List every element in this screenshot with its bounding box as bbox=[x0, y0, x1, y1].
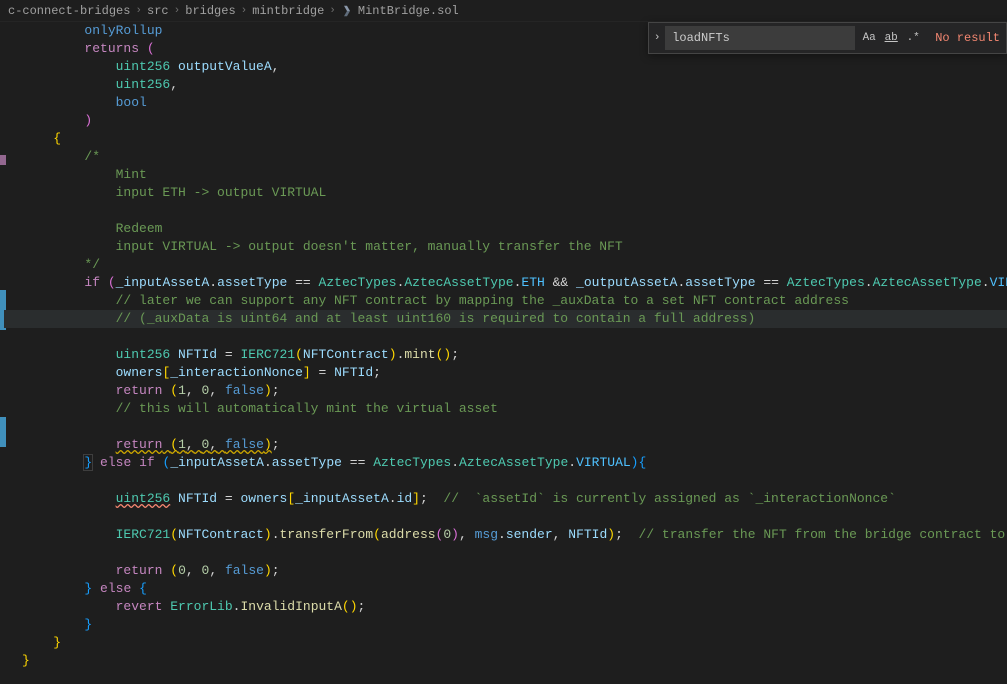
match-whole-word-toggle[interactable]: ab bbox=[881, 28, 901, 48]
match-case-toggle[interactable]: Aa bbox=[859, 28, 879, 48]
breadcrumb-seg-bridges[interactable]: bridges bbox=[185, 4, 235, 18]
code-line: } bbox=[4, 634, 1007, 652]
code-line: } else if (_inputAssetA.assetType == Azt… bbox=[4, 454, 1007, 472]
code-line bbox=[4, 508, 1007, 526]
code-line bbox=[4, 472, 1007, 490]
code-line: // later we can support any NFT contract… bbox=[4, 292, 1007, 310]
breadcrumb-seg-file[interactable]: MintBridge.sol bbox=[358, 4, 459, 18]
code-line: ) bbox=[4, 112, 1007, 130]
code-line bbox=[4, 544, 1007, 562]
breadcrumb-seg-src[interactable]: src bbox=[147, 4, 169, 18]
chevron-right-icon: › bbox=[174, 5, 181, 17]
code-line: Redeem bbox=[4, 220, 1007, 238]
code-line: // this will automatically mint the virt… bbox=[4, 400, 1007, 418]
code-line: if (_inputAssetA.assetType == AztecTypes… bbox=[4, 274, 1007, 292]
code-line: uint256 NFTId = owners[_inputAssetA.id];… bbox=[4, 490, 1007, 508]
chevron-right-icon: › bbox=[329, 5, 336, 17]
breadcrumb-seg-mintbridge[interactable]: mintbridge bbox=[252, 4, 324, 18]
code-line: uint256 outputValueA, bbox=[4, 58, 1007, 76]
regex-toggle[interactable]: .* bbox=[903, 28, 923, 48]
find-widget: › Aa ab .* No result bbox=[648, 22, 1007, 54]
code-line: { bbox=[4, 130, 1007, 148]
code-line: uint256, bbox=[4, 76, 1007, 94]
code-editor[interactable]: onlyRollup returns ( uint256 outputValue… bbox=[4, 22, 1007, 684]
code-line: uint256 NFTId = IERC721(NFTContract).min… bbox=[4, 346, 1007, 364]
chevron-right-icon: › bbox=[135, 5, 142, 17]
code-line: input ETH -> output VIRTUAL bbox=[4, 184, 1007, 202]
breadcrumb: c-connect-bridges › src › bridges › mint… bbox=[0, 0, 1007, 22]
find-toggle-replace[interactable]: › bbox=[649, 23, 665, 53]
code-line: } bbox=[4, 616, 1007, 634]
code-line: return (0, 0, false); bbox=[4, 562, 1007, 580]
code-line: return (1, 0, false); bbox=[4, 382, 1007, 400]
chevron-right-icon: › bbox=[241, 5, 248, 17]
code-line: Mint bbox=[4, 166, 1007, 184]
solidity-file-icon bbox=[341, 5, 353, 17]
code-line bbox=[4, 202, 1007, 220]
code-line bbox=[4, 418, 1007, 436]
find-input[interactable] bbox=[665, 26, 855, 50]
code-line: owners[_interactionNonce] = NFTId; bbox=[4, 364, 1007, 382]
code-line: IERC721(NFTContract).transferFrom(addres… bbox=[4, 526, 1007, 544]
code-line bbox=[4, 328, 1007, 346]
code-line: return (1, 0, false); bbox=[4, 436, 1007, 454]
code-line: // (_auxData is uint64 and at least uint… bbox=[4, 310, 1007, 328]
code-line: } else { bbox=[4, 580, 1007, 598]
code-line: revert ErrorLib.InvalidInputA(); bbox=[4, 598, 1007, 616]
breadcrumb-seg-root[interactable]: c-connect-bridges bbox=[8, 4, 130, 18]
code-line: } bbox=[4, 652, 1007, 670]
find-result-text: No result bbox=[929, 31, 1006, 45]
code-line: /* bbox=[4, 148, 1007, 166]
code-line: bool bbox=[4, 94, 1007, 112]
code-line: */ bbox=[4, 256, 1007, 274]
code-line: input VIRTUAL -> output doesn't matter, … bbox=[4, 238, 1007, 256]
